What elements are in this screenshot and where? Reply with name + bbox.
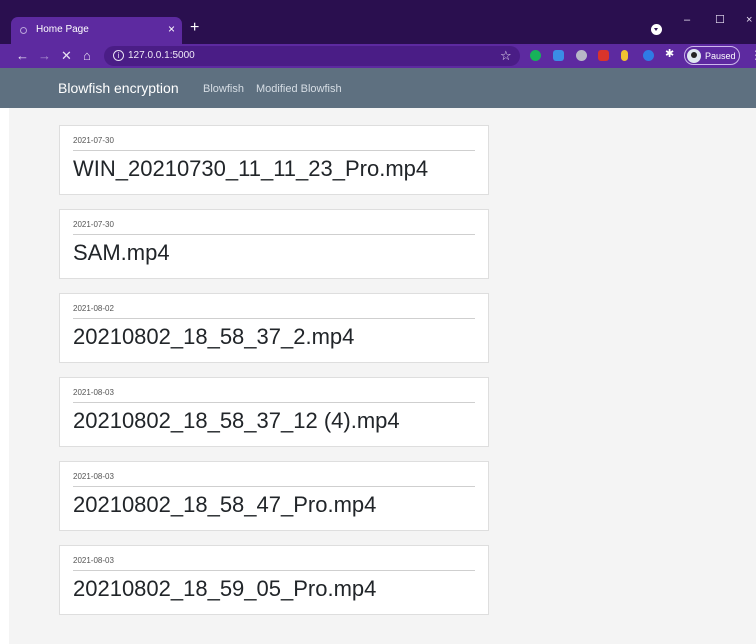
url-text[interactable]: 127.0.0.1:5000 [128, 49, 195, 63]
nav-link-blowfish[interactable]: Blowfish [203, 82, 244, 96]
more-menu-icon[interactable]: ⋮ [750, 48, 756, 63]
nav-link-modified-blowfish[interactable]: Modified Blowfish [256, 82, 342, 96]
file-date: 2021-08-03 [73, 388, 114, 397]
divider [73, 150, 475, 151]
close-window-button[interactable]: × [746, 13, 752, 27]
new-tab-button[interactable]: + [190, 19, 199, 37]
browser-tab-bar: Home Page × + – ☐ × [0, 0, 756, 44]
file-name[interactable]: SAM.mp4 [73, 239, 170, 267]
file-date: 2021-07-30 [73, 220, 114, 229]
avatar [687, 49, 701, 63]
info-icon[interactable]: i [113, 50, 124, 61]
divider [73, 318, 475, 319]
divider [73, 486, 475, 487]
stop-button[interactable]: ✕ [61, 47, 72, 64]
file-date: 2021-07-30 [73, 136, 114, 145]
file-name[interactable]: 20210802_18_59_05_Pro.mp4 [73, 575, 376, 603]
navbar-brand[interactable]: Blowfish encryption [58, 80, 179, 97]
blue-icon[interactable] [643, 50, 654, 61]
file-card[interactable]: 2021-08-03 20210802_18_58_47_Pro.mp4 [59, 461, 489, 531]
minimize-button[interactable]: – [684, 13, 690, 27]
maximize-button[interactable]: ☐ [715, 13, 725, 27]
m-icon[interactable] [598, 50, 609, 61]
file-card[interactable]: 2021-08-03 20210802_18_58_37_12 (4).mp4 [59, 377, 489, 447]
address-bar[interactable]: i 127.0.0.1:5000 ☆ [104, 46, 520, 66]
file-name[interactable]: 20210802_18_58_47_Pro.mp4 [73, 491, 376, 519]
forward-button[interactable]: → [38, 47, 51, 64]
bookmark-star-icon[interactable]: ☆ [500, 47, 512, 64]
file-list: 2021-07-30 WIN_20210730_11_11_23_Pro.mp4… [0, 108, 756, 644]
file-name[interactable]: 20210802_18_58_37_2.mp4 [73, 323, 354, 351]
file-card[interactable]: 2021-07-30 SAM.mp4 [59, 209, 489, 279]
divider [73, 402, 475, 403]
docs-icon[interactable] [553, 50, 564, 61]
profile-button[interactable]: Paused [684, 46, 740, 65]
file-date: 2021-08-03 [73, 556, 114, 565]
browser-toolbar: ← → ✕ ⌂ i 127.0.0.1:5000 ☆ ✱ Paused ⋮ [0, 44, 756, 68]
back-button[interactable]: ← [16, 47, 29, 64]
home-button[interactable]: ⌂ [83, 47, 91, 64]
file-name[interactable]: 20210802_18_58_37_12 (4).mp4 [73, 407, 400, 435]
yellow-icon[interactable] [621, 50, 628, 61]
profile-label: Paused [705, 51, 736, 61]
tab-search-icon[interactable] [651, 24, 662, 35]
grammarly-icon[interactable] [530, 50, 541, 61]
file-date: 2021-08-02 [73, 304, 114, 313]
file-card[interactable]: 2021-08-02 20210802_18_58_37_2.mp4 [59, 293, 489, 363]
file-card[interactable]: 2021-08-03 20210802_18_59_05_Pro.mp4 [59, 545, 489, 615]
site-navbar: Blowfish encryption Blowfish Modified Bl… [0, 68, 756, 108]
globe-icon [20, 27, 27, 34]
circle-icon[interactable] [576, 50, 587, 61]
file-card[interactable]: 2021-07-30 WIN_20210730_11_11_23_Pro.mp4 [59, 125, 489, 195]
tab-title: Home Page [36, 24, 89, 35]
close-tab-icon[interactable]: × [168, 22, 175, 36]
browser-tab[interactable]: Home Page × [11, 17, 182, 44]
puzzle-icon[interactable]: ✱ [665, 49, 676, 60]
file-date: 2021-08-03 [73, 472, 114, 481]
file-name[interactable]: WIN_20210730_11_11_23_Pro.mp4 [73, 155, 428, 183]
divider [73, 234, 475, 235]
divider [73, 570, 475, 571]
